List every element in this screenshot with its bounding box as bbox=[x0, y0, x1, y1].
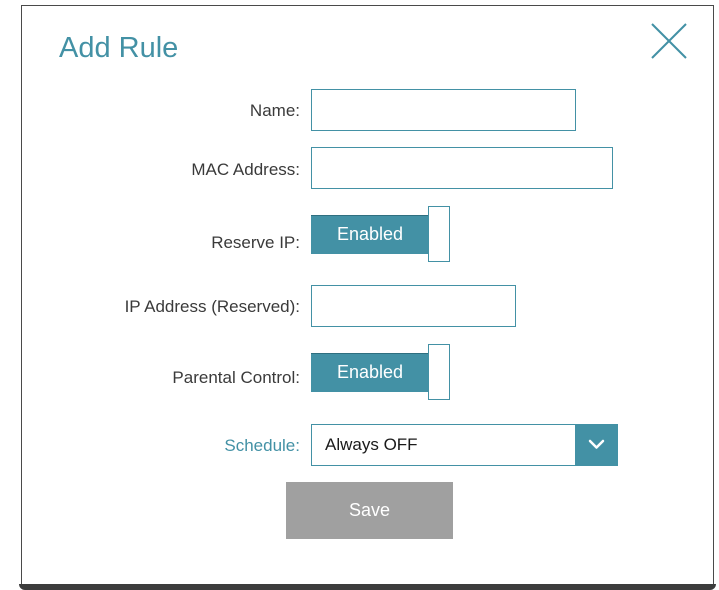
parental-control-toggle[interactable]: Enabled bbox=[311, 344, 451, 400]
dialog-bottom-edge bbox=[19, 584, 716, 590]
parental-control-label: Parental Control: bbox=[172, 368, 300, 387]
ip-address-label: IP Address (Reserved): bbox=[124, 297, 300, 316]
schedule-label: Schedule: bbox=[224, 436, 300, 455]
close-icon bbox=[651, 23, 687, 59]
schedule-select[interactable]: Always OFF bbox=[311, 424, 618, 466]
reserve-ip-state: Enabled bbox=[336, 224, 404, 244]
mac-address-label: MAC Address: bbox=[191, 160, 300, 179]
name-input[interactable] bbox=[311, 89, 576, 131]
reserve-ip-label: Reserve IP: bbox=[211, 233, 300, 252]
name-label: Name: bbox=[249, 101, 300, 120]
schedule-selected-value: Always OFF bbox=[325, 435, 418, 454]
chevron-down-icon bbox=[588, 439, 605, 449]
dialog-title: Add Rule bbox=[59, 32, 179, 64]
close-button[interactable] bbox=[649, 21, 689, 61]
toggle-knob[interactable] bbox=[428, 206, 450, 262]
schedule-dropdown-button[interactable] bbox=[575, 424, 618, 466]
add-rule-dialog: Add Rule Name: MAC Address: Reserve IP: … bbox=[21, 5, 714, 588]
mac-address-input[interactable] bbox=[311, 147, 613, 189]
parental-control-state: Enabled bbox=[336, 362, 404, 382]
ip-address-input[interactable] bbox=[311, 285, 516, 327]
reserve-ip-toggle[interactable]: Enabled bbox=[311, 206, 451, 262]
save-button[interactable]: Save bbox=[286, 482, 453, 539]
toggle-knob[interactable] bbox=[428, 344, 450, 400]
